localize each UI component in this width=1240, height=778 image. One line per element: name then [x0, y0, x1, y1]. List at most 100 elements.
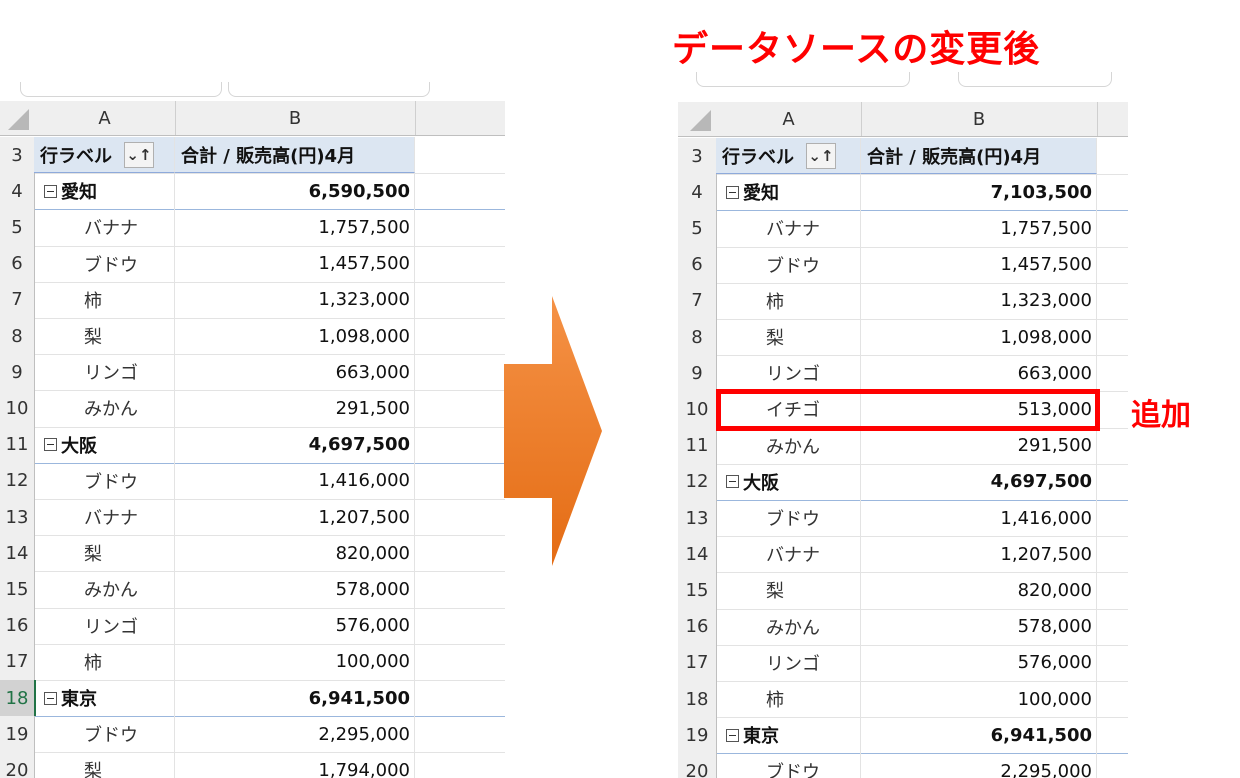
cell-b[interactable]: 1,416,000	[861, 500, 1097, 537]
column-header-a[interactable]: A	[34, 101, 176, 135]
cell-b[interactable]: 4,697,500	[175, 426, 415, 463]
row-number[interactable]: 7	[678, 282, 717, 319]
row-number[interactable]: 9	[678, 355, 717, 392]
row-number[interactable]: 19	[678, 717, 717, 754]
cell-b[interactable]: 1,323,000	[175, 281, 415, 318]
row-number[interactable]: 11	[0, 426, 35, 463]
row-number[interactable]: 20	[0, 752, 35, 778]
cell-b[interactable]: 1,207,500	[175, 499, 415, 536]
column-header-b[interactable]: B	[175, 101, 416, 135]
cell-a[interactable]: 柿	[716, 681, 861, 718]
row-number[interactable]: 16	[678, 608, 717, 645]
collapse-minus-icon[interactable]	[44, 691, 57, 705]
cell-a[interactable]: ブドウ	[34, 245, 175, 282]
cell-b[interactable]: 100,000	[175, 643, 415, 680]
cell-b[interactable]: 1,457,500	[175, 245, 415, 282]
select-all-corner[interactable]	[678, 102, 716, 136]
row-number[interactable]: 8	[678, 319, 717, 356]
cell-b[interactable]: 576,000	[861, 644, 1097, 681]
cell-a[interactable]: 大阪	[716, 463, 861, 500]
cell-a[interactable]: みかん	[716, 427, 861, 464]
row-number[interactable]: 18	[0, 680, 36, 717]
cell-a[interactable]: 梨	[34, 535, 175, 572]
cell-b[interactable]: 820,000	[861, 572, 1097, 609]
row-number[interactable]: 15	[0, 571, 35, 608]
cell-a[interactable]: リンゴ	[716, 355, 861, 392]
cell-b[interactable]: 4,697,500	[861, 463, 1097, 500]
row-number[interactable]: 10	[678, 391, 717, 428]
row-number[interactable]: 12	[0, 462, 35, 499]
cell-a[interactable]: 梨	[716, 572, 861, 609]
cell-b[interactable]: 100,000	[861, 681, 1097, 718]
cell-b[interactable]: 578,000	[175, 571, 415, 608]
select-all-corner[interactable]	[0, 101, 34, 135]
cell-b[interactable]: 663,000	[861, 355, 1097, 392]
cell-b[interactable]: 合計 / 販売高(円)4月	[175, 137, 415, 174]
cell-a[interactable]: 行ラベル ⌄↑	[34, 137, 175, 174]
cell-a[interactable]: バナナ	[716, 536, 861, 573]
row-number[interactable]: 3	[0, 137, 35, 174]
cell-b[interactable]: 6,590,500	[175, 173, 415, 210]
row-number[interactable]: 19	[0, 716, 35, 753]
cell-b[interactable]: 820,000	[175, 535, 415, 572]
cell-a[interactable]: 行ラベル ⌄↑	[716, 138, 861, 175]
cell-a[interactable]: ブドウ	[34, 462, 175, 499]
cell-b[interactable]: 578,000	[861, 608, 1097, 645]
row-number[interactable]: 17	[678, 644, 717, 681]
row-number[interactable]: 11	[678, 427, 717, 464]
row-number[interactable]: 7	[0, 281, 35, 318]
cell-a[interactable]: みかん	[716, 608, 861, 645]
cell-b[interactable]: 576,000	[175, 607, 415, 644]
cell-a[interactable]: リンゴ	[34, 607, 175, 644]
cell-b[interactable]: 291,500	[175, 390, 415, 427]
cell-a[interactable]: バナナ	[34, 209, 175, 246]
row-number[interactable]: 10	[0, 390, 35, 427]
cell-a[interactable]: 梨	[34, 752, 175, 778]
row-number[interactable]: 8	[0, 318, 35, 355]
row-number[interactable]: 3	[678, 138, 717, 175]
row-number[interactable]: 12	[678, 463, 717, 500]
collapse-minus-icon[interactable]	[44, 438, 57, 452]
row-number[interactable]: 18	[678, 681, 717, 718]
cell-a[interactable]: 柿	[716, 282, 861, 319]
cell-b[interactable]: 2,295,000	[175, 716, 415, 753]
cell-b[interactable]: 1,757,500	[175, 209, 415, 246]
cell-b[interactable]: 663,000	[175, 354, 415, 391]
cell-b[interactable]: 1,098,000	[175, 318, 415, 355]
cell-a[interactable]: バナナ	[716, 210, 861, 247]
cell-a[interactable]: みかん	[34, 390, 175, 427]
cell-b[interactable]: 1,098,000	[861, 319, 1097, 356]
cell-b[interactable]: 7,103,500	[861, 174, 1097, 211]
row-number[interactable]: 5	[678, 210, 717, 247]
cell-a[interactable]: リンゴ	[34, 354, 175, 391]
cell-a[interactable]: 東京	[34, 680, 175, 717]
cell-a[interactable]: 柿	[34, 643, 175, 680]
collapse-minus-icon[interactable]	[726, 728, 739, 742]
row-number[interactable]: 13	[678, 500, 717, 537]
cell-b[interactable]: 6,941,500	[175, 680, 415, 717]
row-number[interactable]: 5	[0, 209, 35, 246]
cell-a[interactable]: ブドウ	[716, 500, 861, 537]
row-number[interactable]: 13	[0, 499, 35, 536]
cell-b[interactable]: 1,416,000	[175, 462, 415, 499]
cell-a[interactable]: 愛知	[34, 173, 175, 210]
cell-a[interactable]: ブドウ	[716, 246, 861, 283]
row-number[interactable]: 16	[0, 607, 35, 644]
collapse-minus-icon[interactable]	[726, 475, 739, 489]
row-number[interactable]: 15	[678, 572, 717, 609]
collapse-minus-icon[interactable]	[726, 185, 739, 199]
cell-b[interactable]: 2,295,000	[861, 753, 1097, 778]
column-header-b[interactable]: B	[861, 102, 1098, 136]
cell-a[interactable]: 愛知	[716, 174, 861, 211]
filter-sort-button[interactable]: ⌄↑	[124, 141, 154, 168]
cell-a[interactable]: 柿	[34, 281, 175, 318]
cell-a[interactable]: みかん	[34, 571, 175, 608]
cell-a[interactable]: バナナ	[34, 499, 175, 536]
cell-a[interactable]: リンゴ	[716, 644, 861, 681]
cell-b[interactable]: 291,500	[861, 427, 1097, 464]
cell-b[interactable]: 合計 / 販売高(円)4月	[861, 138, 1097, 175]
row-number[interactable]: 20	[678, 753, 717, 778]
cell-a[interactable]: ブドウ	[34, 716, 175, 753]
row-number[interactable]: 4	[678, 174, 717, 211]
column-header-a[interactable]: A	[716, 102, 862, 136]
